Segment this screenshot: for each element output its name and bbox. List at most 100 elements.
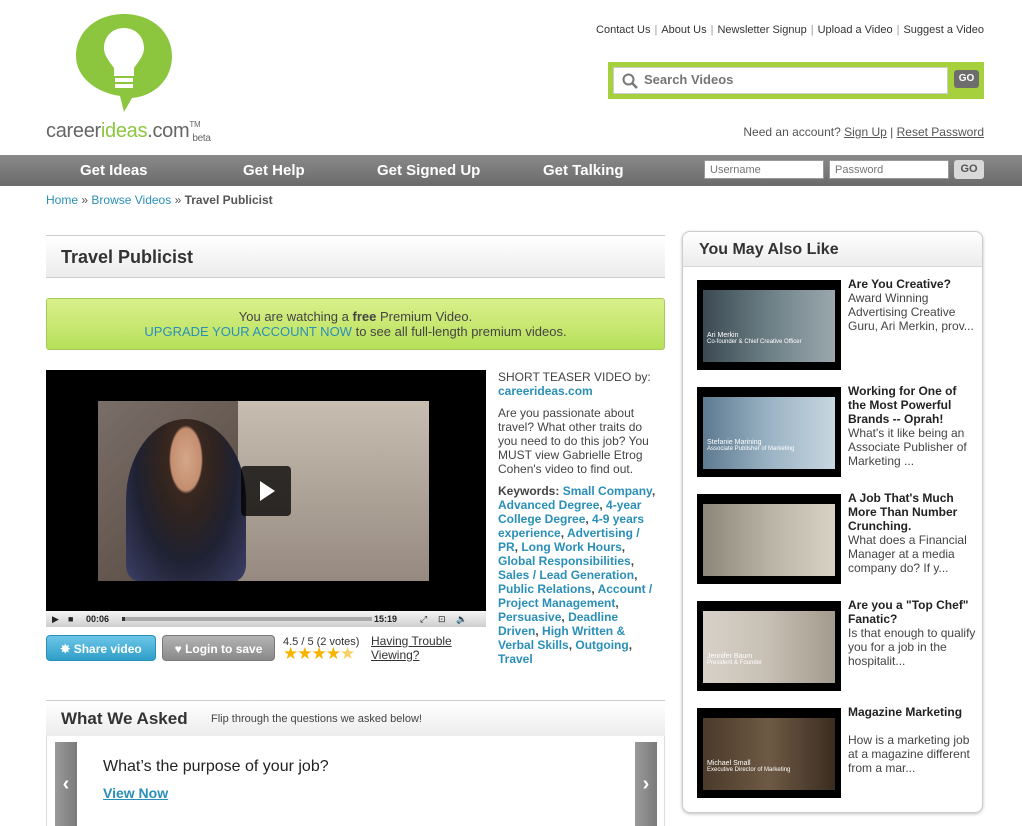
having-trouble-link[interactable]: Having Trouble Viewing? — [371, 634, 466, 662]
video-thumbnail[interactable]: Michael Small Executive Director of Marke… — [697, 708, 841, 798]
question-text: What’s the purpose of your job? — [103, 758, 329, 775]
top-links: Contact Us | About Us | Newsletter Signup | Up… — [596, 24, 984, 36]
what-we-asked-title: What We Asked — [61, 709, 188, 728]
upload-video-link[interactable]: Upload a Video — [818, 24, 893, 36]
related-video-desc: What's it like being an Associate Publis… — [848, 426, 967, 468]
star-icon[interactable]: ★ — [326, 644, 341, 663]
share-video-button[interactable]: ✸ Share video — [46, 635, 156, 661]
related-video-desc: Is that enough to qualify you for a job … — [848, 626, 976, 668]
view-now-link[interactable]: View Now — [103, 785, 168, 801]
stop-control-icon[interactable]: ■ — [68, 614, 73, 624]
related-videos-sidebar: You May Also Like Ari Merkin Co-founder &… — [682, 231, 983, 813]
what-we-asked-header: What We Asked Flip through the questions… — [46, 700, 665, 736]
video-description: SHORT TEASER VIDEO by: careerideas.com Ar… — [498, 370, 660, 674]
next-question-button[interactable]: › — [635, 742, 657, 826]
time-current: 00:06 — [86, 614, 110, 624]
search-go-button[interactable]: GO — [954, 70, 979, 88]
search-icon — [622, 73, 638, 89]
rating-stars[interactable]: ★★★★★ — [283, 644, 355, 664]
description-text: Are you passionate about travel? What ot… — [498, 406, 649, 476]
newsletter-signup-link[interactable]: Newsletter Signup — [717, 24, 806, 36]
volume-icon[interactable]: 🔈 — [456, 614, 467, 624]
time-total: 15:19 — [374, 614, 398, 624]
keyword-link[interactable]: Global Responsibilities — [498, 554, 631, 568]
keywords: Keywords: Small Company, Advanced Degree… — [498, 484, 656, 666]
progress-bar[interactable] — [122, 617, 372, 621]
related-video-title[interactable]: Are you a "Top Chef" Fanatic? — [848, 598, 976, 626]
login-to-save-button[interactable]: ♥ Login to save — [162, 635, 275, 661]
upgrade-banner: You are watching a free Premium Video. U… — [46, 298, 665, 350]
logo-wordmark[interactable]: careerideas.comTMbeta — [46, 120, 219, 144]
nav-get-talking[interactable]: Get Talking — [543, 162, 624, 179]
nav-get-signed-up[interactable]: Get Signed Up — [377, 162, 480, 179]
keyword-link[interactable]: Persuasive — [498, 610, 561, 624]
sign-up-link[interactable]: Sign Up — [844, 125, 887, 139]
related-video-item[interactable]: Ari Merkin Co-founder & Chief Creative Of… — [697, 277, 977, 372]
video-thumbnail[interactable]: Jennifer Baum President & Founder — [697, 601, 841, 691]
breadcrumb-browse-videos[interactable]: Browse Videos — [91, 193, 171, 207]
page-title: Travel Publicist — [61, 247, 194, 267]
resize-icon[interactable]: ⊡ — [438, 614, 446, 624]
keyword-link[interactable]: Public Relations — [498, 582, 591, 596]
star-icon[interactable]: ★ — [312, 644, 327, 663]
video-thumbnail[interactable] — [697, 494, 841, 584]
keyword-link[interactable]: Long Work Hours — [521, 540, 621, 554]
video-player[interactable]: ▶ ■ 00:06 15:19 ⤢ ⊡ 🔈 — [46, 370, 486, 627]
search-input[interactable] — [644, 72, 934, 87]
nav-get-help[interactable]: Get Help — [243, 162, 305, 179]
star-icon[interactable]: ★ — [297, 644, 312, 663]
related-video-desc: What does a Financial Manager at a media… — [848, 533, 967, 575]
player-controls: ▶ ■ 00:06 15:19 ⤢ ⊡ 🔈 — [46, 611, 486, 627]
account-line: Need an account? Sign Up | Reset Passwor… — [743, 125, 984, 139]
video-speaker — [126, 419, 246, 581]
related-video-item[interactable]: Stefanie Marining Associate Publisher of … — [697, 384, 977, 479]
what-we-asked-subtitle: Flip through the questions we asked belo… — [211, 713, 422, 725]
contact-us-link[interactable]: Contact Us — [596, 24, 650, 36]
login-go-button[interactable]: GO — [954, 160, 984, 179]
play-button[interactable] — [241, 466, 291, 516]
keyword-link[interactable]: Outgoing — [575, 638, 628, 652]
related-video-desc: How is a marketing job at a magazine dif… — [848, 733, 970, 775]
main-nav: Get Ideas Get Help Get Signed Up Get Tal… — [0, 155, 1022, 186]
related-video-title[interactable]: Magazine Marketing — [848, 705, 976, 719]
password-field[interactable] — [829, 160, 949, 179]
heart-icon: ♥ — [174, 642, 182, 656]
sidebar-title: You May Also Like — [699, 241, 839, 258]
careerideas-link[interactable]: careerideas.com — [498, 384, 593, 398]
title-bar: Travel Publicist — [46, 235, 665, 278]
upgrade-account-link[interactable]: UPGRADE YOUR ACCOUNT NOW — [144, 324, 352, 339]
keyword-link[interactable]: Travel — [498, 652, 533, 666]
breadcrumb: Home » Browse Videos » Travel Publicist — [46, 193, 273, 207]
related-video-title[interactable]: Working for One of the Most Powerful Bra… — [848, 384, 976, 426]
related-video-title[interactable]: A Job That's Much More Than Number Crunc… — [848, 491, 976, 533]
video-thumbnail[interactable]: Stefanie Marining Associate Publisher of … — [697, 387, 841, 477]
breadcrumb-home[interactable]: Home — [46, 193, 78, 207]
progress-fill — [122, 617, 125, 621]
keyword-link[interactable]: Small Company — [563, 484, 652, 498]
search-box: GO — [608, 62, 984, 99]
related-video-item[interactable]: Michael Small Executive Director of Marke… — [697, 705, 977, 800]
half-star-icon[interactable]: ★ — [340, 644, 355, 663]
lightbulb-logo-icon[interactable] — [72, 10, 176, 113]
nav-get-ideas[interactable]: Get Ideas — [80, 162, 148, 179]
username-field[interactable] — [704, 160, 824, 179]
reset-password-link[interactable]: Reset Password — [897, 125, 984, 139]
breadcrumb-current: Travel Publicist — [184, 193, 273, 207]
star-icon[interactable]: ★ — [283, 644, 298, 663]
related-video-item[interactable]: A Job That's Much More Than Number Crunc… — [697, 491, 977, 586]
related-video-title[interactable]: Are You Creative? — [848, 277, 976, 291]
sparkle-icon: ✸ — [60, 642, 71, 656]
sidebar-header: You May Also Like — [683, 232, 982, 267]
keyword-link[interactable]: Sales / Lead Generation — [498, 568, 634, 582]
fullscreen-icon[interactable]: ⤢ — [420, 614, 427, 624]
prev-question-button[interactable]: ‹ — [55, 742, 77, 826]
suggest-video-link[interactable]: Suggest a Video — [903, 24, 984, 36]
about-us-link[interactable]: About Us — [661, 24, 706, 36]
keyword-link[interactable]: Advanced Degree — [498, 498, 599, 512]
related-video-item[interactable]: Jennifer Baum President & Founder Are you… — [697, 598, 977, 693]
play-control-icon[interactable]: ▶ — [52, 614, 59, 624]
related-video-desc: Award Winning Advertising Creative Guru,… — [848, 291, 974, 333]
question-carousel: ‹ What’s the purpose of your job? View N… — [46, 736, 665, 826]
search-field — [613, 67, 948, 94]
video-thumbnail[interactable]: Ari Merkin Co-founder & Chief Creative Of… — [697, 280, 841, 370]
